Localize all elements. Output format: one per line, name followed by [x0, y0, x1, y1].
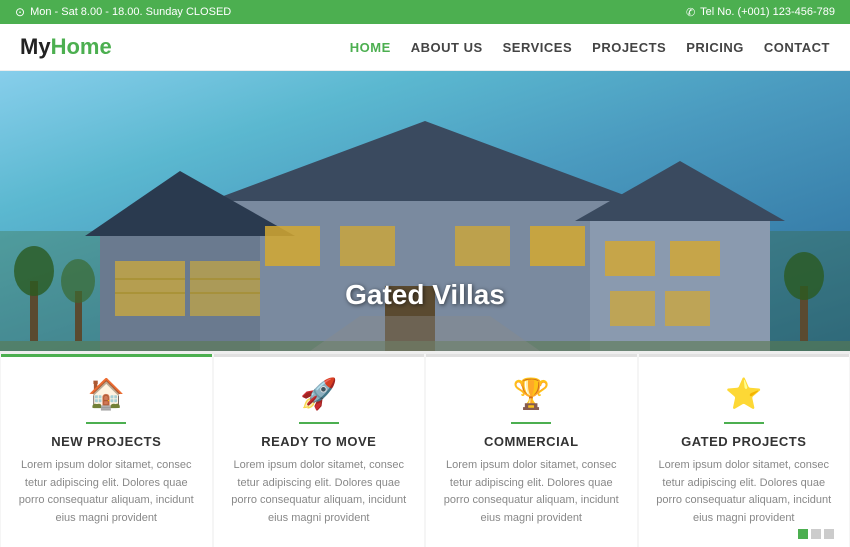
nav-home[interactable]: HOME — [350, 40, 391, 55]
card-title-2: READY TO MOVE — [229, 434, 410, 449]
logo-home: Home — [51, 34, 112, 59]
card-new-projects: 🏠 NEW PROJECTS Lorem ipsum dolor sitamet… — [1, 354, 212, 547]
card-text-1: Lorem ipsum dolor sitamet, consec tetur … — [16, 457, 197, 527]
card-title-1: NEW PROJECTS — [16, 434, 197, 449]
card-gated-projects: ⭐ GATED PROJECTS Lorem ipsum dolor sitam… — [639, 354, 850, 547]
card-title-3: COMMERCIAL — [441, 434, 622, 449]
hero-title: Gated Villas — [345, 279, 505, 311]
cards-section: 🏠 NEW PROJECTS Lorem ipsum dolor sitamet… — [0, 351, 850, 547]
card-divider-2 — [299, 422, 339, 424]
card-text-3: Lorem ipsum dolor sitamet, consec tetur … — [441, 457, 622, 527]
logo-my: My — [20, 34, 51, 59]
nav-about[interactable]: ABOUT US — [411, 40, 483, 55]
card-divider-1 — [86, 422, 126, 424]
hero-section: Gated Villas — [0, 71, 850, 351]
clock-icon: ⊙ — [15, 5, 25, 19]
header: MyHome HOME ABOUT US SERVICES PROJECTS P… — [0, 24, 850, 71]
nav-contact[interactable]: CONTACT — [764, 40, 830, 55]
card-ready-to-move: 🚀 READY TO MOVE Lorem ipsum dolor sitame… — [214, 354, 425, 547]
card-title-4: GATED PROJECTS — [654, 434, 835, 449]
card-text-2: Lorem ipsum dolor sitamet, consec tetur … — [229, 457, 410, 527]
main-nav: HOME ABOUT US SERVICES PROJECTS PRICING … — [350, 40, 830, 55]
card-icon-home: 🏠 — [16, 377, 197, 412]
hours-info: ⊙ Mon - Sat 8.00 - 18.00. Sunday CLOSED — [15, 5, 231, 19]
slider-dots — [798, 529, 834, 539]
phone-icon: ✆ — [686, 6, 695, 19]
nav-services[interactable]: SERVICES — [503, 40, 573, 55]
nav-pricing[interactable]: PRICING — [686, 40, 744, 55]
dot-1[interactable] — [798, 529, 808, 539]
card-text-4: Lorem ipsum dolor sitamet, consec tetur … — [654, 457, 835, 527]
card-divider-4 — [724, 422, 764, 424]
dot-3[interactable] — [824, 529, 834, 539]
card-icon-rocket: 🚀 — [229, 377, 410, 412]
card-icon-trophy: 🏆 — [441, 377, 622, 412]
phone-info: ✆ Tel No. (+001) 123-456-789 — [686, 6, 835, 19]
card-divider-3 — [511, 422, 551, 424]
card-commercial: 🏆 COMMERCIAL Lorem ipsum dolor sitamet, … — [426, 354, 637, 547]
dot-2[interactable] — [811, 529, 821, 539]
hours-text: Mon - Sat 8.00 - 18.00. Sunday CLOSED — [30, 6, 231, 18]
logo[interactable]: MyHome — [20, 34, 112, 60]
card-icon-star: ⭐ — [654, 377, 835, 412]
top-bar: ⊙ Mon - Sat 8.00 - 18.00. Sunday CLOSED … — [0, 0, 850, 24]
phone-text: Tel No. (+001) 123-456-789 — [700, 6, 835, 18]
nav-projects[interactable]: PROJECTS — [592, 40, 666, 55]
